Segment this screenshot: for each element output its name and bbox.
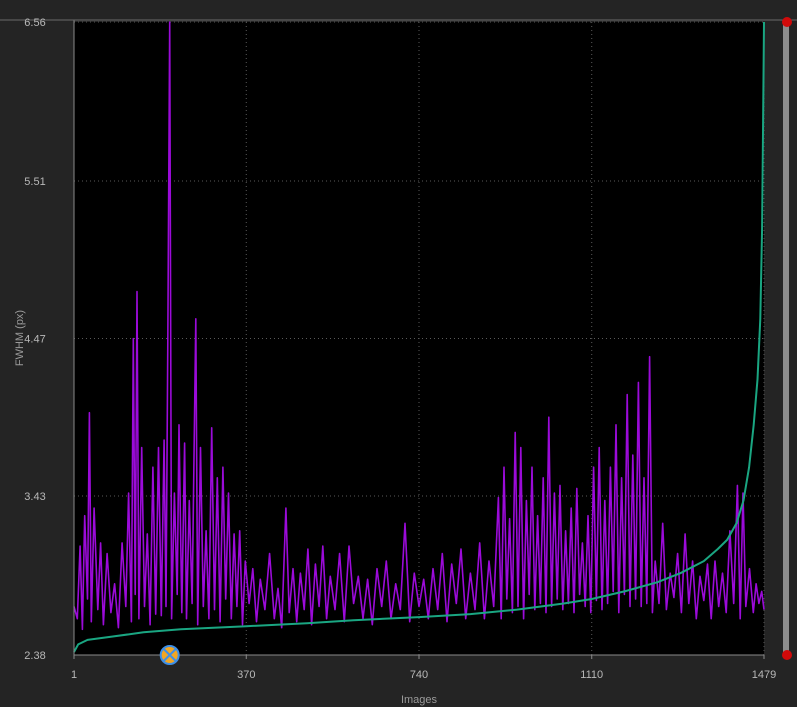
range-handle-bottom[interactable] — [782, 650, 792, 660]
y-tick-label: 5.51 — [24, 176, 45, 188]
x-axis-title: Images — [401, 694, 438, 706]
marker-layer[interactable] — [159, 645, 180, 665]
range-handle-top[interactable] — [782, 17, 792, 27]
fwhm-chart: 2.38 3.43 4.47 5.51 6.56 1 370 740 1110 1479 Imag… — [0, 0, 797, 707]
x-tick-label: 1110 — [580, 669, 603, 681]
x-tick-label: 740 — [410, 669, 428, 681]
x-tick-label: 1 — [71, 669, 77, 681]
x-tick-label: 1479 — [752, 669, 776, 681]
y-tick-label: 3.43 — [24, 491, 45, 503]
y-tick-label: 6.56 — [24, 17, 45, 29]
y-tick-label: 2.38 — [24, 650, 45, 662]
y-axis-title: FWHM (px) — [14, 310, 26, 366]
y-tick-label: 4.47 — [24, 334, 45, 346]
selected-image-marker-icon[interactable] — [159, 645, 180, 665]
chart-svg: 2.38 3.43 4.47 5.51 6.56 1 370 740 1110 1479 Imag… — [0, 0, 797, 707]
x-tick-label: 370 — [237, 669, 255, 681]
range-bar[interactable] — [783, 22, 789, 655]
